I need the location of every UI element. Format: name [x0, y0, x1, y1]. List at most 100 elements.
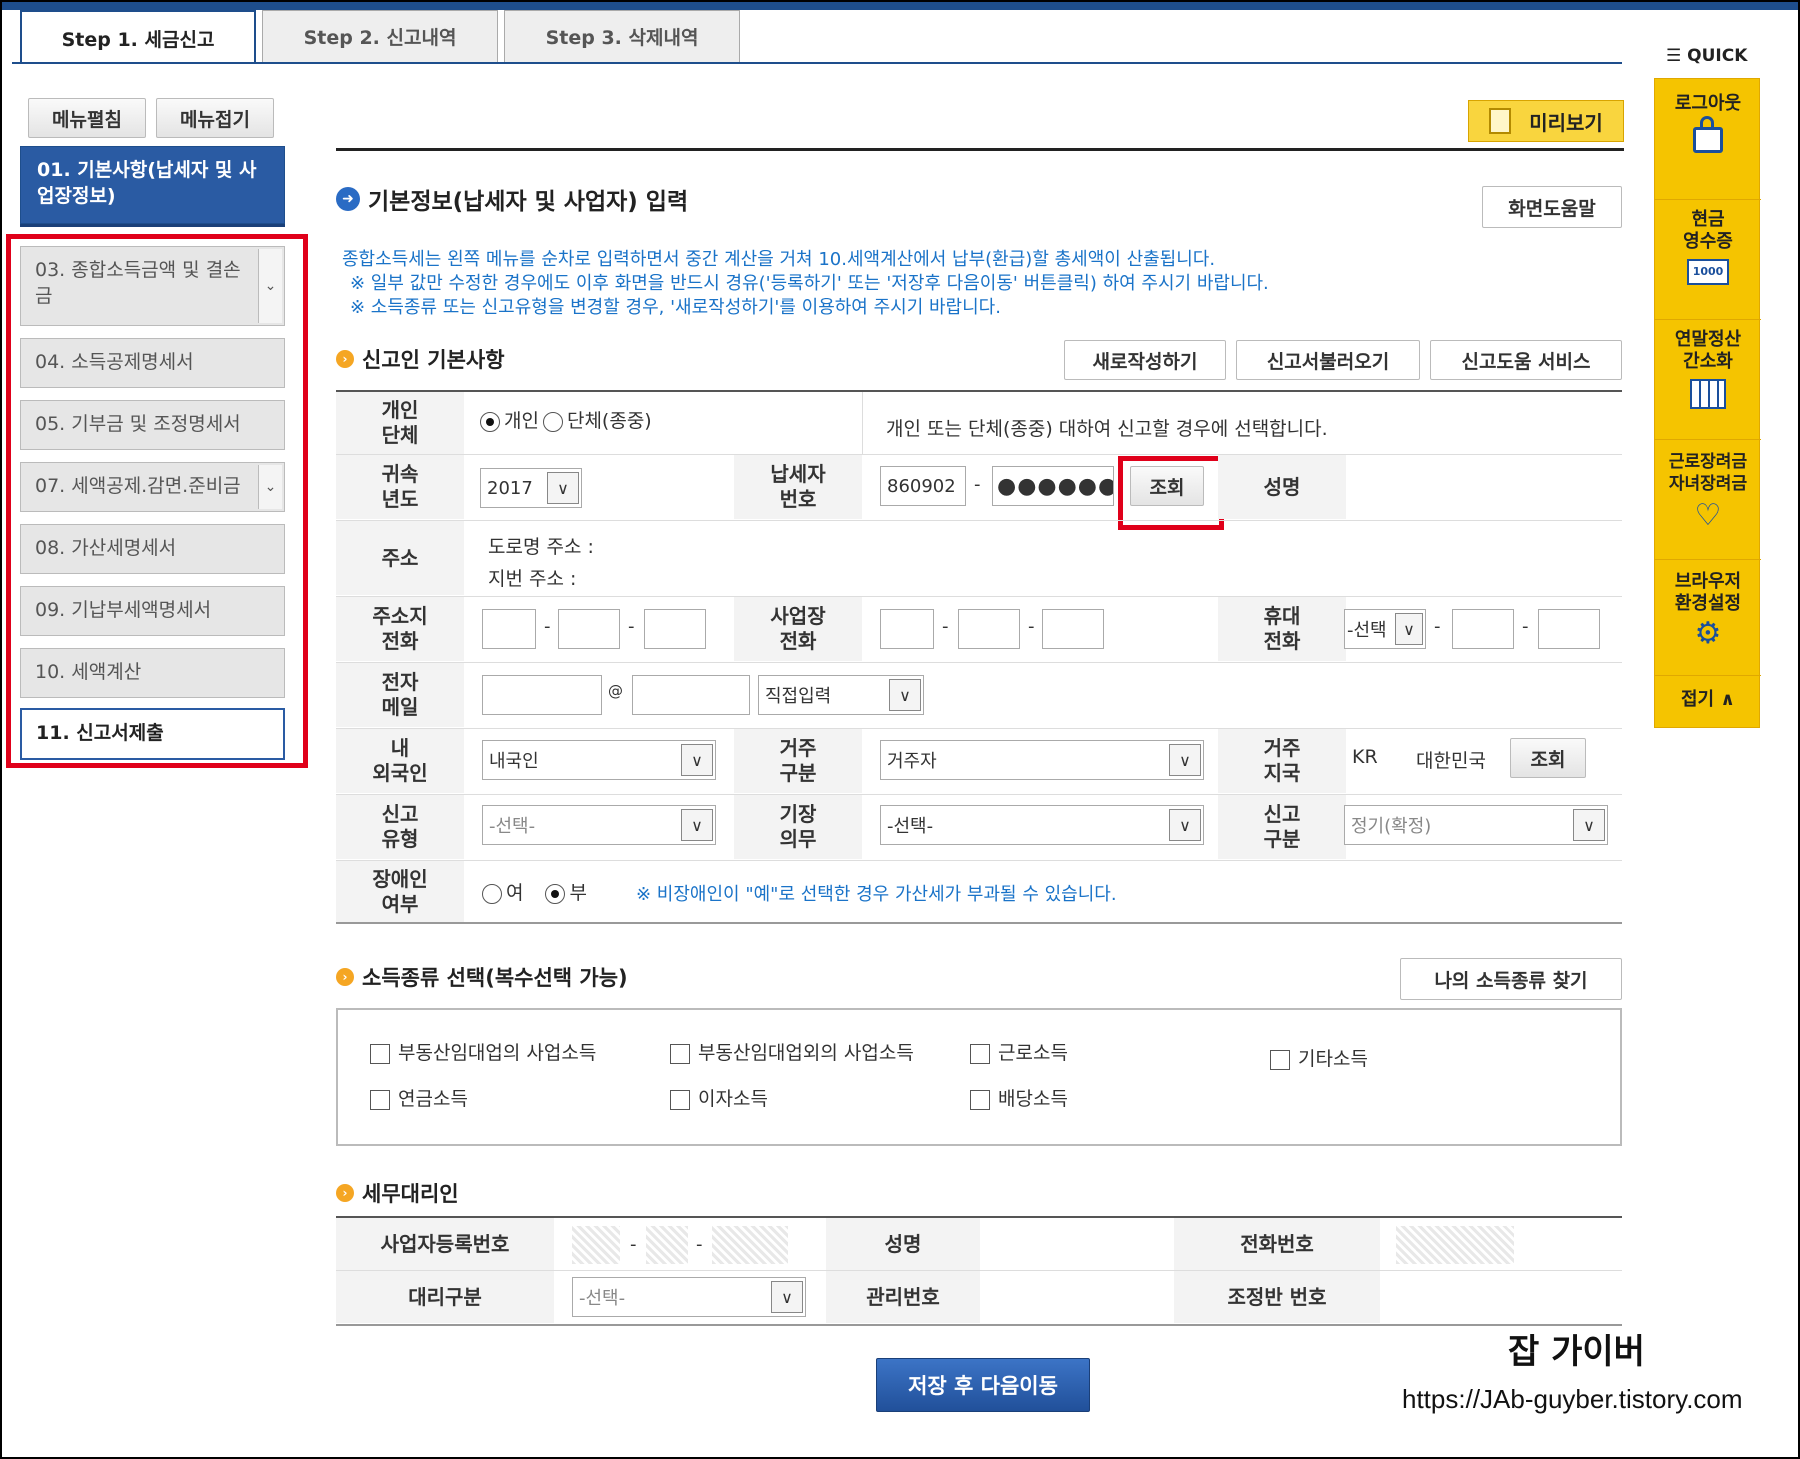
email-id-input[interactable]	[482, 675, 602, 715]
income-item-label: 배당소득	[998, 1088, 1068, 1110]
taxid-back-input[interactable]: ●●●●●●	[992, 466, 1114, 506]
tab-step3[interactable]: Step 3. 삭제내역	[504, 10, 740, 62]
email-domain-value: 직접입력	[765, 686, 832, 707]
residence-value: 거주자	[887, 751, 937, 772]
disabled-field	[572, 1226, 620, 1264]
mobile-2[interactable]	[1452, 609, 1514, 649]
nationality-value: 내국인	[489, 751, 539, 772]
quick-divider	[1655, 199, 1761, 200]
chevron-down-icon: ∨	[889, 679, 921, 711]
income-item-label: 부동산임대업의 사업소득	[398, 1042, 597, 1064]
menu-expand-button[interactable]: 메뉴펼침	[28, 98, 146, 138]
row-divider	[336, 794, 1622, 795]
preview-label: 미리보기	[1529, 110, 1603, 135]
taxid-front-input[interactable]: 860902	[880, 466, 966, 506]
quick-divider	[1655, 439, 1761, 440]
report-class-select[interactable]: 정기(확정) ∨	[1344, 805, 1608, 845]
biz-phone-2[interactable]	[958, 609, 1020, 649]
quick-browser-settings[interactable]: 브라우저 환경설정 ⚙	[1655, 571, 1761, 651]
agency-type-select[interactable]: -선택- ∨	[572, 1277, 806, 1317]
dash: -	[1434, 616, 1441, 637]
email-domain-select[interactable]: 직접입력 ∨	[758, 675, 924, 715]
email-domain-input[interactable]	[632, 675, 750, 715]
load-return-button[interactable]: 신고서불러오기	[1236, 340, 1420, 380]
country-code: KR	[1352, 746, 1378, 768]
home-phone-2[interactable]	[558, 609, 620, 649]
document-icon	[1489, 108, 1512, 134]
quick-incentive[interactable]: 근로장려금 자녀장려금 ♡	[1655, 451, 1761, 533]
income-item-label: 근로소득	[998, 1042, 1068, 1064]
checkbox[interactable]	[370, 1043, 390, 1064]
filing-help-button[interactable]: 신고도움 서비스	[1430, 340, 1622, 380]
label-mobile: 휴대 전화	[1218, 597, 1346, 661]
agent-table-bottom-rule	[336, 1324, 1622, 1326]
checkbox[interactable]	[970, 1043, 990, 1064]
biz-phone-3[interactable]	[1042, 609, 1104, 649]
label-address: 주소	[336, 521, 464, 595]
section-income-type-title: 소득종류 선택(복수선택 가능)	[362, 966, 628, 990]
personal-note: 개인 또는 단체(종중) 대하여 신고할 경우에 선택합니다.	[886, 418, 1328, 440]
quick-browser-settings-label: 브라우저 환경설정	[1674, 571, 1742, 614]
dash: -	[942, 616, 949, 637]
chevron-down-icon: ∨	[1573, 809, 1605, 841]
income-item[interactable]: 연금소득	[370, 1084, 468, 1111]
radio-disabled-no[interactable]	[545, 883, 566, 904]
quick-collapse[interactable]: 접기 ∧	[1655, 689, 1761, 711]
quick-title: QUICK	[1687, 46, 1748, 66]
income-item[interactable]: 기타소득	[1270, 1044, 1368, 1071]
checkbox[interactable]	[670, 1089, 690, 1110]
biz-phone-1[interactable]	[880, 609, 934, 649]
country-lookup-button[interactable]: 조회	[1510, 738, 1586, 778]
tab-step1[interactable]: Step 1. 세금신고	[20, 10, 256, 64]
disabled-radios: 여부	[482, 878, 587, 905]
dash: -	[628, 616, 635, 637]
label-report-type: 신고 유형	[336, 795, 464, 859]
year-select[interactable]: 2017 ∨	[480, 468, 582, 508]
nationality-select[interactable]: 내국인 ∨	[482, 740, 716, 780]
tab-step2[interactable]: Step 2. 신고내역	[262, 10, 498, 62]
menu-item-01[interactable]: 01. 기본사항(납세자 및 사업장정보)	[20, 146, 285, 224]
label-home-phone: 주소지 전화	[336, 597, 464, 661]
radio-personal[interactable]	[480, 411, 500, 432]
home-phone-1[interactable]	[482, 609, 536, 649]
bookkeeping-select[interactable]: -선택- ∨	[880, 805, 1204, 845]
section-bullet-icon: ›	[336, 1184, 354, 1202]
income-type-box	[336, 1008, 1622, 1146]
new-write-button[interactable]: 새로작성하기	[1064, 340, 1226, 380]
checkbox[interactable]	[670, 1043, 690, 1064]
preview-button[interactable]: 미리보기	[1468, 100, 1624, 142]
quick-label: ☰ QUICK	[1666, 46, 1748, 66]
info-line-3: ※ 소득종류 또는 신고유형을 변경할 경우, '새로작성하기'를 이용하여 주…	[350, 297, 1001, 318]
report-type-select[interactable]: -선택- ∨	[482, 805, 716, 845]
income-item[interactable]: 부동산임대업의 사업소득	[370, 1038, 596, 1065]
menu-collapse-button[interactable]: 메뉴접기	[156, 98, 274, 138]
quick-logout[interactable]: 로그아웃	[1655, 93, 1761, 153]
checkbox[interactable]	[1270, 1049, 1290, 1070]
mobile-prefix-select[interactable]: -선택 ∨	[1344, 609, 1426, 649]
quick-year-end[interactable]: 연말정산 간소화	[1655, 329, 1761, 409]
radio-disabled-no-label: 부	[569, 882, 587, 904]
save-next-button[interactable]: 저장 후 다음이동	[876, 1358, 1090, 1412]
screen-help-button[interactable]: 화면도움말	[1482, 186, 1622, 228]
find-income-type-button[interactable]: 나의 소득종류 찾기	[1400, 958, 1622, 1000]
mobile-3[interactable]	[1538, 609, 1600, 649]
page: Step 1. 세금신고 Step 2. 신고내역 Step 3. 삭제내역 ☰…	[0, 0, 1800, 1459]
country-name: 대한민국	[1416, 750, 1486, 772]
residence-select[interactable]: 거주자 ∨	[880, 740, 1204, 780]
dash: -	[544, 616, 551, 637]
taxid-dash: -	[974, 474, 981, 495]
chevron-down-icon: ∨	[1169, 809, 1201, 841]
income-item[interactable]: 부동산임대업외의 사업소득	[670, 1038, 914, 1065]
unlock-icon	[1693, 116, 1723, 153]
label-agent-name: 성명	[826, 1218, 980, 1270]
checkbox[interactable]	[970, 1089, 990, 1110]
home-phone-3[interactable]	[644, 609, 706, 649]
quick-cash-receipt[interactable]: 현금 영수증 1000	[1655, 209, 1761, 285]
heart-icon: ♡	[1694, 498, 1722, 533]
radio-disabled-yes[interactable]	[482, 883, 502, 904]
income-item[interactable]: 배당소득	[970, 1084, 1068, 1111]
income-item[interactable]: 이자소득	[670, 1084, 768, 1111]
checkbox[interactable]	[370, 1089, 390, 1110]
income-item[interactable]: 근로소득	[970, 1038, 1068, 1065]
radio-group[interactable]	[542, 411, 563, 432]
